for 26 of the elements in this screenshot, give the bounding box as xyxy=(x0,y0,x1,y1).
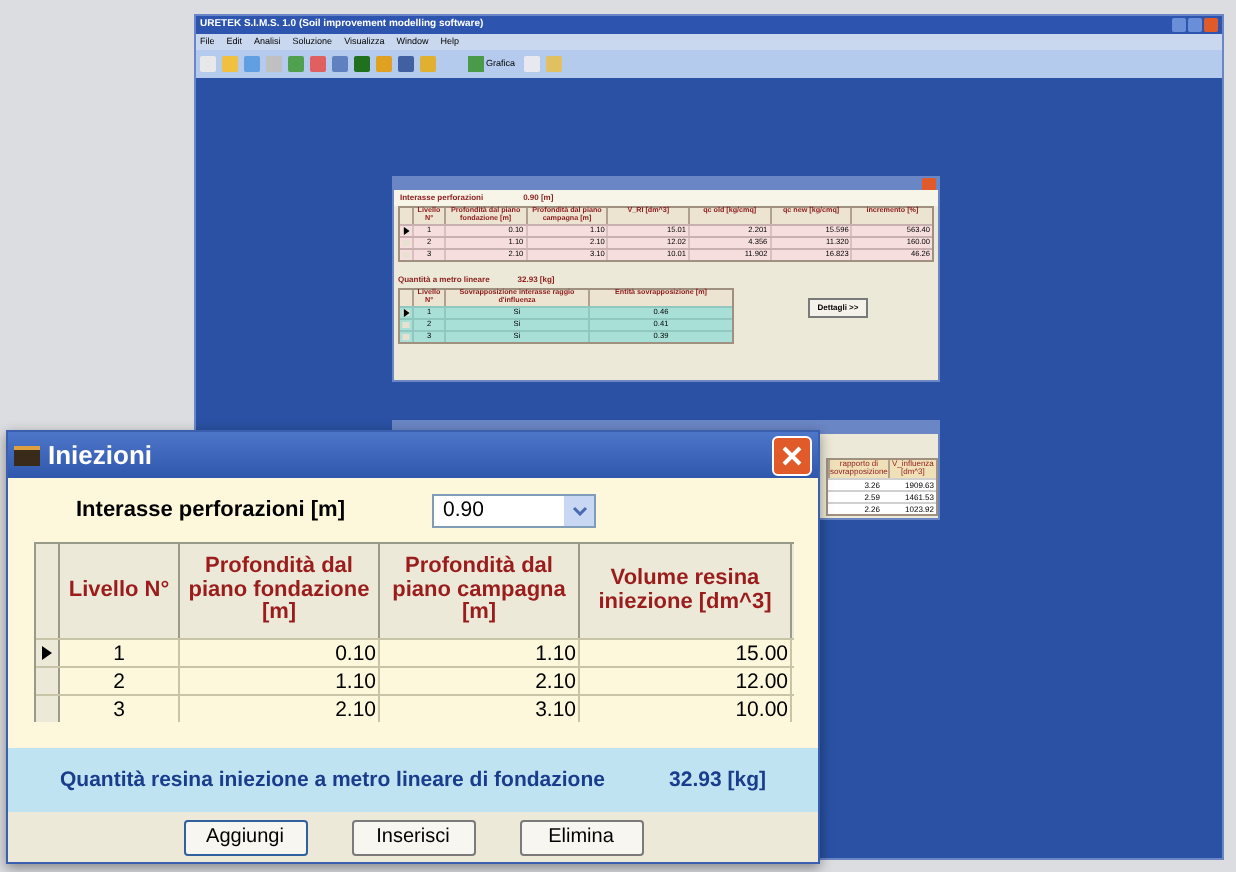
dialog-button[interactable]: Aggiungi xyxy=(183,819,307,855)
dialog-button[interactable]: Inserisci xyxy=(351,819,475,855)
minimize-button[interactable] xyxy=(1172,18,1186,32)
maximize-button[interactable] xyxy=(1188,18,1202,32)
row-pointer-icon xyxy=(42,646,52,660)
table-cell: 2.10 xyxy=(180,696,380,722)
row-header[interactable] xyxy=(402,227,410,234)
total-label: Quantità resina iniezione a metro lineare di fondazione xyxy=(60,769,605,791)
window-title: Iniezioni xyxy=(48,442,152,468)
app-icon xyxy=(14,445,40,465)
table-cell: 3 xyxy=(60,696,180,722)
close-icon xyxy=(782,445,802,465)
dialog-button[interactable]: Elimina xyxy=(519,819,643,855)
close-button[interactable] xyxy=(772,435,812,475)
spacing-dropdown[interactable]: 0.90 xyxy=(432,493,597,527)
close-button[interactable] xyxy=(922,177,936,191)
row-pointer-icon xyxy=(403,226,409,235)
total-value: 32.93 [kg] xyxy=(669,769,766,791)
row-header[interactable] xyxy=(402,309,410,316)
row-header[interactable] xyxy=(36,640,60,666)
chevron-down-icon xyxy=(571,505,588,515)
table-cell: 10.00 xyxy=(580,696,792,722)
spacing-label: Interasse perforazioni [m] xyxy=(76,499,345,521)
chart-icon xyxy=(468,56,484,72)
table-cell: 3.10 xyxy=(380,696,580,722)
row-pointer-icon xyxy=(403,308,409,317)
